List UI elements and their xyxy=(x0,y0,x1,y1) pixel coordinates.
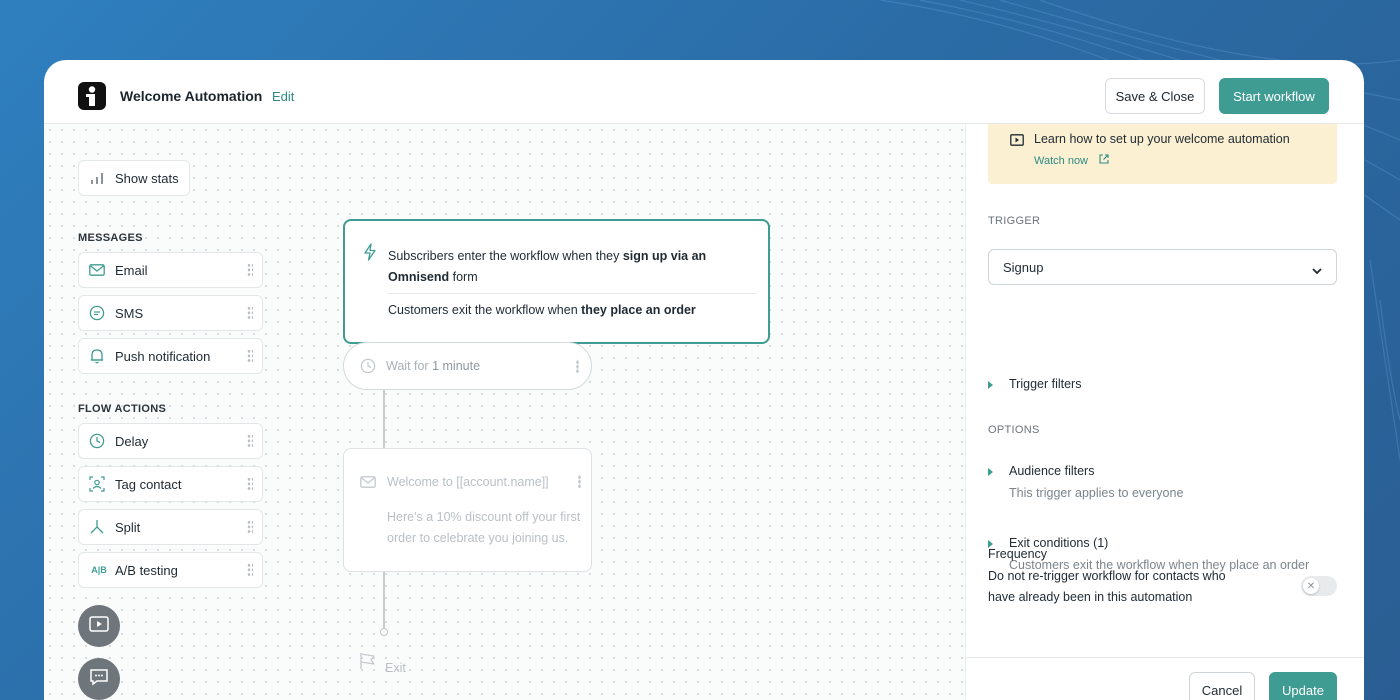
caret-right-icon xyxy=(988,468,993,476)
clock-icon xyxy=(360,358,376,374)
trigger-exit-text: Customers exit the workflow when they pl… xyxy=(388,303,696,317)
video-help-button[interactable] xyxy=(78,605,120,647)
drag-handle-icon[interactable] xyxy=(247,306,253,320)
palette-item-push-notification[interactable]: Push notification xyxy=(78,338,263,374)
palette-item-split[interactable]: Split xyxy=(78,509,263,545)
connector-line xyxy=(383,390,385,448)
top-bar: Welcome Automation Edit Save & Close Sta… xyxy=(44,60,1364,124)
watch-now-link[interactable]: Watch now xyxy=(1034,154,1109,167)
palette-item-email[interactable]: Email xyxy=(78,252,263,288)
clock-icon xyxy=(89,433,105,449)
divider xyxy=(388,293,756,294)
palette-item-label: Push notification xyxy=(115,348,211,364)
palette-item-label: SMS xyxy=(115,305,144,321)
drag-handle-icon[interactable] xyxy=(247,477,253,491)
palette-item-delay[interactable]: Delay xyxy=(78,423,263,459)
tag-contact-icon xyxy=(89,476,105,492)
trigger-heading: TRIGGER xyxy=(988,215,1041,227)
save-close-button[interactable]: Save & Close xyxy=(1105,78,1205,114)
close-icon: ✕ xyxy=(1303,578,1319,594)
learn-banner: Learn how to set up your welcome automat… xyxy=(988,124,1337,184)
delay-text: Wait for 1 minute xyxy=(386,359,481,373)
exit-label: Exit xyxy=(385,661,406,675)
trigger-enter-text: Subscribers enter the workflow when they… xyxy=(388,249,707,284)
trigger-node[interactable]: Subscribers enter the workflow when they… xyxy=(343,219,770,344)
trigger-select[interactable]: Signup xyxy=(988,249,1337,285)
mail-icon xyxy=(360,476,376,491)
messages-heading: MESSAGES xyxy=(78,232,143,244)
exit-node-dot xyxy=(380,628,388,636)
show-stats-button[interactable]: Show stats xyxy=(78,160,190,196)
palette-item-label: Tag contact xyxy=(115,476,182,492)
chevron-down-icon xyxy=(1312,263,1322,278)
frequency-title: Frequency xyxy=(988,547,1048,561)
update-button[interactable]: Update xyxy=(1269,672,1337,700)
settings-panel: Learn how to set up your welcome automat… xyxy=(965,124,1364,700)
ab-test-icon: A|B xyxy=(91,565,107,575)
video-icon xyxy=(1010,133,1024,151)
palette-item-label: Split xyxy=(115,519,141,535)
drag-handle-icon[interactable] xyxy=(247,563,253,577)
flag-icon xyxy=(358,651,378,676)
play-video-icon xyxy=(89,615,109,637)
palette-item-label: Email xyxy=(115,262,148,278)
trigger-filters-label: Trigger filters xyxy=(1009,377,1082,391)
bar-chart-icon xyxy=(89,170,105,186)
frequency-toggle[interactable]: ✕ xyxy=(1301,576,1337,596)
audience-filters-description: This trigger applies to everyone xyxy=(1009,486,1184,500)
external-link-icon xyxy=(1099,154,1109,167)
mail-icon xyxy=(89,262,105,278)
drag-handle-icon[interactable] xyxy=(247,349,253,363)
drag-handle-icon[interactable] xyxy=(247,263,253,277)
omnisend-logo xyxy=(78,82,106,110)
email-preview: Here's a 10% discount off your first ord… xyxy=(387,510,581,545)
lightning-icon xyxy=(363,243,377,266)
split-icon xyxy=(89,519,105,535)
workflow-canvas[interactable]: Show stats MESSAGES Email SMS Push notif… xyxy=(44,124,965,700)
email-title: Welcome to [[account.name]] xyxy=(387,475,549,489)
chat-support-button[interactable] xyxy=(78,658,120,700)
flow-actions-heading: FLOW ACTIONS xyxy=(78,403,167,415)
palette-item-label: Delay xyxy=(115,433,149,449)
panel-footer-divider xyxy=(966,657,1364,658)
chat-bubble-icon xyxy=(89,668,109,691)
options-heading: OPTIONS xyxy=(988,424,1040,436)
more-options-icon[interactable] xyxy=(578,475,581,488)
more-options-icon[interactable] xyxy=(576,360,579,373)
palette-item-ab-testing[interactable]: A|B A/B testing xyxy=(78,552,263,588)
audience-filters-label: Audience filters xyxy=(1009,464,1095,478)
trigger-select-value: Signup xyxy=(1003,259,1044,275)
start-workflow-button[interactable]: Start workflow xyxy=(1219,78,1329,114)
cancel-button[interactable]: Cancel xyxy=(1189,672,1255,700)
learn-text: Learn how to set up your welcome automat… xyxy=(1034,132,1290,146)
show-stats-label: Show stats xyxy=(115,170,179,186)
delay-node[interactable]: Wait for 1 minute xyxy=(343,342,592,390)
palette-item-label: A/B testing xyxy=(115,562,178,578)
chat-icon xyxy=(89,305,105,321)
connector-line xyxy=(383,572,385,628)
edit-title-link[interactable]: Edit xyxy=(272,89,294,104)
frequency-description: Do not re-trigger workflow for contacts … xyxy=(988,569,1226,604)
drag-handle-icon[interactable] xyxy=(247,434,253,448)
drag-handle-icon[interactable] xyxy=(247,520,253,534)
email-node[interactable]: Welcome to [[account.name]] Here's a 10%… xyxy=(343,448,592,572)
bell-icon xyxy=(89,348,105,364)
palette-item-sms[interactable]: SMS xyxy=(78,295,263,331)
app-window: Welcome Automation Edit Save & Close Sta… xyxy=(44,60,1364,700)
caret-right-icon xyxy=(988,381,993,389)
palette-item-tag-contact[interactable]: Tag contact xyxy=(78,466,263,502)
page-title: Welcome Automation xyxy=(120,88,263,104)
